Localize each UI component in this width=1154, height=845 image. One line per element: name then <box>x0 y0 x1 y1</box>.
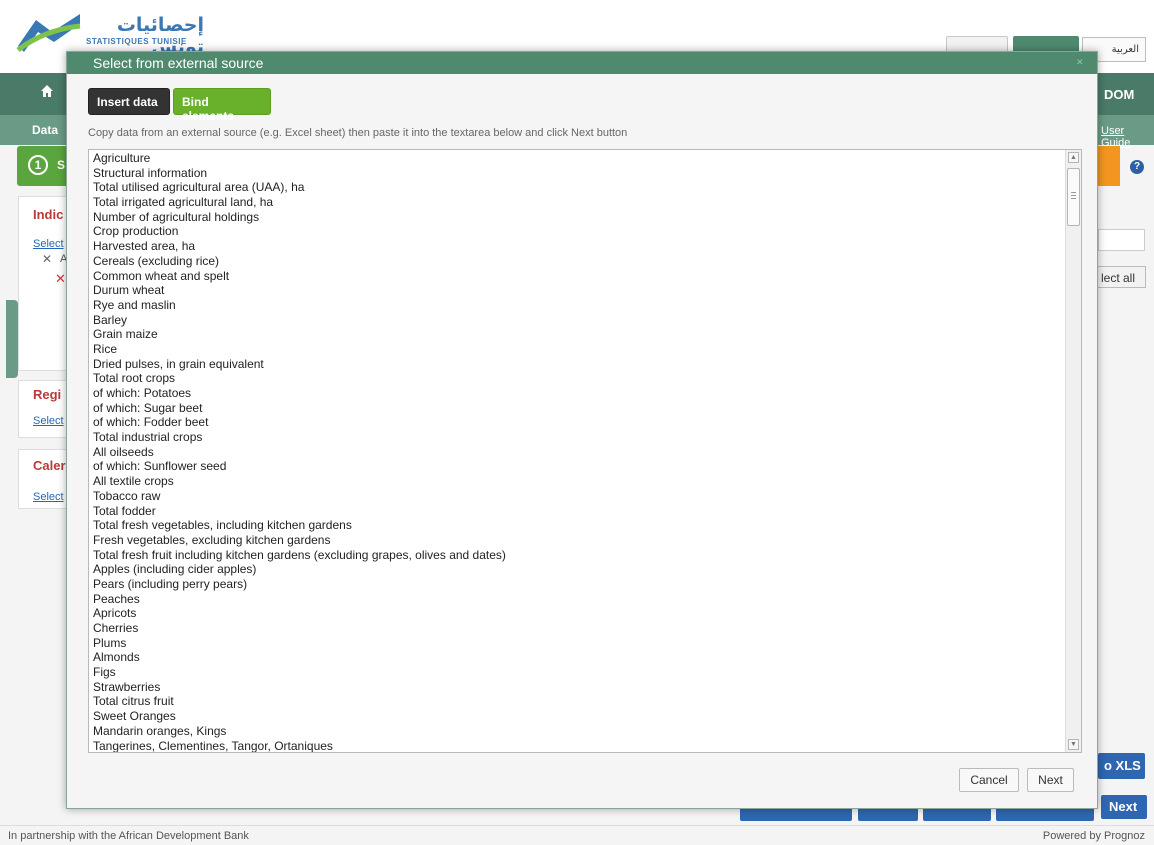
logo-wave-icon <box>16 14 81 52</box>
textarea-line: Barley <box>93 312 128 327</box>
nav-item-dom[interactable]: DOM <box>1104 87 1134 102</box>
footer-powered-by: Powered by Prognoz <box>1042 830 1145 842</box>
footer: In partnership with the African Developm… <box>0 825 1154 845</box>
indicator-delete-icon[interactable]: ✕ <box>55 271 66 287</box>
maximize-icon[interactable]: ✕ <box>1076 58 1085 67</box>
textarea-line: Fresh vegetables, excluding kitchen gard… <box>93 532 331 547</box>
textarea-line: Agriculture <box>93 151 151 165</box>
textarea-line: Total root crops <box>93 371 176 386</box>
next-button[interactable]: Next <box>1027 768 1074 792</box>
textarea-line: of which: Fodder beet <box>93 415 209 430</box>
textarea-line: of which: Potatoes <box>93 386 192 400</box>
textarea-scrollbar[interactable]: ▲ ▼ <box>1065 150 1081 752</box>
textarea-line: Strawberries <box>93 679 161 694</box>
external-source-dialog: Select from external source ✕ Insert dat… <box>66 51 1098 809</box>
dialog-titlebar[interactable]: Select from external source ✕ <box>67 52 1097 74</box>
indicator-remove-icon[interactable]: ✕ <box>42 252 52 266</box>
step-label: S <box>57 158 66 172</box>
scroll-thumb[interactable] <box>1067 168 1080 226</box>
textarea-line: Total fodder <box>93 503 156 518</box>
textarea-line: Tobacco raw <box>93 488 161 503</box>
textarea-line: Total industrial crops <box>93 430 203 445</box>
textarea-line: of which: Sugar beet <box>93 400 203 415</box>
indicators-select-link[interactable]: Select <box>33 238 64 250</box>
textarea-line: of which: Sunflower seed <box>93 459 227 474</box>
dialog-title: Select from external source <box>93 55 264 71</box>
right-search-input[interactable] <box>1098 229 1145 251</box>
regions-title: Regi <box>33 387 62 402</box>
textarea-line: Common wheat and spelt <box>93 268 230 283</box>
textarea-content: Agriculture Structural information Total u… <box>93 151 1063 753</box>
export-xls-button[interactable]: o XLS <box>1098 753 1145 779</box>
textarea-line: Rye and maslin <box>93 297 176 312</box>
textarea-line: Crop production <box>93 224 179 239</box>
indicators-title: Indic <box>33 207 64 222</box>
textarea-line: Mandarin oranges, Kings <box>93 723 227 738</box>
textarea-line: Pears (including perry pears) <box>93 576 248 591</box>
textarea-line: Tangerines, Clementines, Tangor, Ortaniq… <box>93 738 333 753</box>
textarea-line: Figs <box>93 665 116 680</box>
textarea-line: Sweet Oranges <box>93 709 176 724</box>
calendar-select-link[interactable]: Select <box>33 491 64 503</box>
textarea-line: Structural information <box>93 165 208 180</box>
help-icon[interactable]: ? <box>1130 160 1144 174</box>
textarea-line: All oilseeds <box>93 444 154 459</box>
textarea-line: Cherries <box>93 621 139 635</box>
textarea-line: Total fresh vegetables, including kitche… <box>93 518 352 533</box>
textarea-line: Apples (including cider apples) <box>93 562 257 577</box>
logo-french-text: STATISTIQUES TUNISIE <box>86 37 187 46</box>
bind-elements-tab[interactable]: Bind elements <box>173 88 271 123</box>
textarea-line: Dried pulses, in grain equivalent <box>93 356 264 371</box>
footer-partnership: In partnership with the African Developm… <box>8 830 249 842</box>
regions-select-link[interactable]: Select <box>33 415 64 427</box>
textarea-line: Apricots <box>93 606 137 621</box>
paste-textarea[interactable]: Agriculture Structural information Total u… <box>88 149 1082 753</box>
calendar-title: Caler <box>33 458 66 473</box>
textarea-line: Peaches <box>93 591 140 606</box>
textarea-line: Harvested area, ha <box>93 239 196 254</box>
textarea-line: All textile crops <box>93 474 174 489</box>
textarea-line: Total fresh fruit including kitchen gard… <box>93 547 506 562</box>
textarea-line: Cereals (excluding rice) <box>93 253 220 268</box>
textarea-line: Total utilised agricultural area (UAA), … <box>93 180 305 195</box>
textarea-line: Almonds <box>93 650 140 665</box>
textarea-line: Total citrus fruit <box>93 694 174 709</box>
textarea-line: Grain maize <box>93 327 158 342</box>
insert-data-tab[interactable]: Insert data <box>88 88 170 115</box>
textarea-line: Plums <box>93 635 127 650</box>
textarea-line: Durum wheat <box>93 283 165 298</box>
sidebar-toggle[interactable] <box>6 300 18 378</box>
step-number: 1 <box>28 155 48 175</box>
select-all-button[interactable]: lect all <box>1094 266 1146 288</box>
cancel-button[interactable]: Cancel <box>959 768 1019 792</box>
subnav-data[interactable]: Data <box>32 123 58 137</box>
page-next-button[interactable]: Next <box>1101 795 1147 819</box>
site-logo[interactable]: إحصائيات تونس STATISTIQUES TUNISIE <box>14 12 204 58</box>
textarea-line: Number of agricultural holdings <box>93 209 260 224</box>
textarea-line: Rice <box>93 341 118 356</box>
home-icon[interactable] <box>40 84 54 98</box>
scroll-up-icon[interactable]: ▲ <box>1068 152 1079 163</box>
dialog-instructions: Copy data from an external source (e.g. … <box>88 127 628 139</box>
textarea-line: Total irrigated agricultural land, ha <box>93 195 274 210</box>
scroll-down-icon[interactable]: ▼ <box>1068 739 1079 750</box>
